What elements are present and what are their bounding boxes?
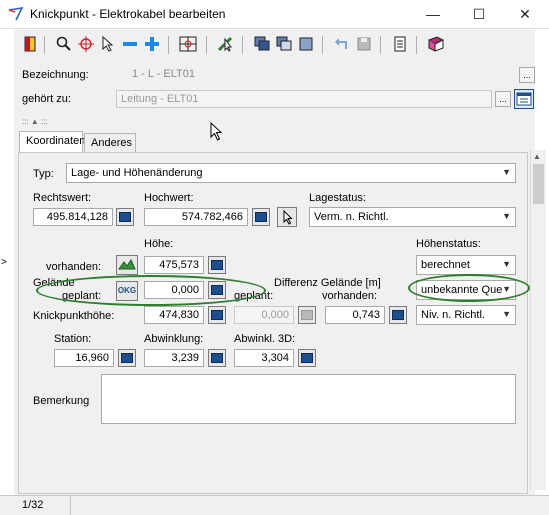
calculator-icon: [298, 306, 316, 324]
typ-label: Typ:: [33, 168, 54, 180]
abwinkl3d-label: Abwinkl. 3D:: [234, 333, 296, 345]
knickpunkthoehe-input[interactable]: 474,830: [144, 306, 204, 324]
highlight-ellipse: [36, 275, 266, 306]
open-linked-icon[interactable]: [514, 89, 534, 109]
toolbar: [14, 30, 535, 61]
minus-icon[interactable]: [120, 34, 140, 54]
save-disabled-icon[interactable]: [354, 34, 374, 54]
tab-anderes[interactable]: Anderes: [84, 133, 136, 153]
calculator-icon[interactable]: [208, 256, 226, 274]
scroll-up-icon[interactable]: ▲: [533, 152, 541, 161]
pick-point-button[interactable]: [277, 207, 297, 227]
gehoert-dots-button[interactable]: ...: [495, 91, 511, 107]
chevron-down-icon: ▼: [502, 259, 511, 269]
lagestatus-select[interactable]: Verm. n. Richtl. ▼: [309, 207, 516, 227]
record-counter: 1/32: [22, 499, 44, 511]
hochwert-input[interactable]: 574.782,466: [144, 208, 248, 226]
close-button[interactable]: ✕: [502, 0, 548, 28]
calculator-icon[interactable]: [208, 306, 226, 324]
scroll-thumb[interactable]: [533, 164, 544, 204]
zoom-icon[interactable]: [54, 34, 74, 54]
window-edit-icon[interactable]: [274, 34, 294, 54]
vertical-scrollbar[interactable]: ▲: [530, 150, 546, 490]
document-icon[interactable]: [390, 34, 410, 54]
hoehenstatus-select[interactable]: berechnet ▼: [416, 255, 516, 275]
hoehenstatus-value: berechnet: [421, 259, 470, 271]
chevron-down-icon: ▼: [502, 309, 511, 319]
hoehenstatus-label: Höhenstatus:: [416, 238, 481, 250]
terrain-icon[interactable]: [116, 255, 138, 275]
gehoert-field: Leitung - ELT01: [116, 90, 492, 108]
plus-icon[interactable]: [142, 34, 162, 54]
abwinklung-input[interactable]: 3,239: [144, 349, 204, 367]
tab-koordinaten[interactable]: Koordinaten: [19, 131, 85, 153]
mouse-cursor-icon: [210, 121, 224, 145]
exit-door-icon[interactable]: [20, 34, 40, 54]
chevron-down-icon: ▼: [502, 167, 511, 177]
undo-icon[interactable]: [332, 34, 352, 54]
crosshair-icon[interactable]: [76, 34, 96, 54]
window-title: Knickpunkt - Elektrokabel bearbeiten: [30, 7, 226, 21]
status-bar: 1/32: [0, 495, 549, 515]
abwinkl3d-input[interactable]: 3,304: [234, 349, 294, 367]
abwinklung-label: Abwinklung:: [144, 333, 204, 345]
calculator-icon[interactable]: [116, 208, 134, 226]
knickpunkthoehe-label: Knickpunkthöhe:: [33, 310, 115, 322]
hochwert-label: Hochwert:: [144, 192, 194, 204]
bezeichnung-dots-button[interactable]: ...: [519, 67, 535, 83]
calculator-icon[interactable]: [118, 349, 136, 367]
rechtswert-input[interactable]: 495.814,128: [33, 208, 113, 226]
typ-select[interactable]: Lage- und Höhenänderung ▼: [66, 163, 516, 183]
station-input[interactable]: 16,960: [54, 349, 114, 367]
differenz-label: Differenz Gelände [m]: [274, 277, 381, 289]
differenz-vorhanden-label: vorhanden:: [322, 290, 378, 302]
rechtswert-label: Rechtswert:: [33, 192, 92, 204]
calculator-icon[interactable]: [298, 349, 316, 367]
calculator-icon[interactable]: [208, 349, 226, 367]
hoehe-vorhanden-input[interactable]: 475,573: [144, 256, 204, 274]
bemerkung-label: Bemerkung: [33, 395, 90, 407]
typ-value: Lage- und Höhenänderung: [71, 167, 203, 179]
bemerkung-textarea[interactable]: [101, 374, 516, 424]
status3-value: Niv. n. Richtl.: [421, 309, 485, 321]
maximize-button[interactable]: ☐: [456, 0, 502, 28]
gehoert-label: gehört zu:: [22, 93, 71, 105]
calculator-icon[interactable]: [252, 208, 270, 226]
status-divider: [70, 496, 71, 515]
station-label: Station:: [54, 333, 92, 345]
window-single-icon[interactable]: [296, 34, 316, 54]
grid-target-icon[interactable]: [178, 34, 198, 54]
minimize-button[interactable]: —: [410, 0, 456, 28]
knickpunkt-status-select[interactable]: Niv. n. Richtl. ▼: [416, 305, 516, 325]
vorhanden-label: vorhanden:: [46, 261, 102, 273]
collapse-arrow-icon[interactable]: >: [1, 257, 7, 268]
chevron-down-icon: ▼: [502, 211, 511, 221]
bezeichnung-field: 1 - L - ELT01: [132, 68, 195, 80]
lagestatus-value: Verm. n. Richtl.: [314, 211, 389, 223]
pointer-icon[interactable]: [98, 34, 118, 54]
geplant-diff-input: 0,000: [234, 306, 294, 324]
lagestatus-label: Lagestatus:: [309, 192, 366, 204]
highlight-ellipse: [408, 274, 530, 302]
app-icon: [8, 6, 24, 21]
book-icon[interactable]: [426, 34, 446, 54]
title-bar: Knickpunkt - Elektrokabel bearbeiten — ☐…: [0, 0, 549, 29]
calculator-icon[interactable]: [389, 306, 407, 324]
differenz-vorhanden-input[interactable]: 0,743: [325, 306, 385, 324]
bezeichnung-label: Bezeichnung:: [22, 69, 89, 81]
splitter-handle[interactable]: ::: ▲ :::: [22, 117, 48, 126]
window-stack-icon[interactable]: [252, 34, 272, 54]
hoehe-label: Höhe:: [144, 238, 174, 250]
pick-feature-icon[interactable]: [216, 34, 236, 54]
